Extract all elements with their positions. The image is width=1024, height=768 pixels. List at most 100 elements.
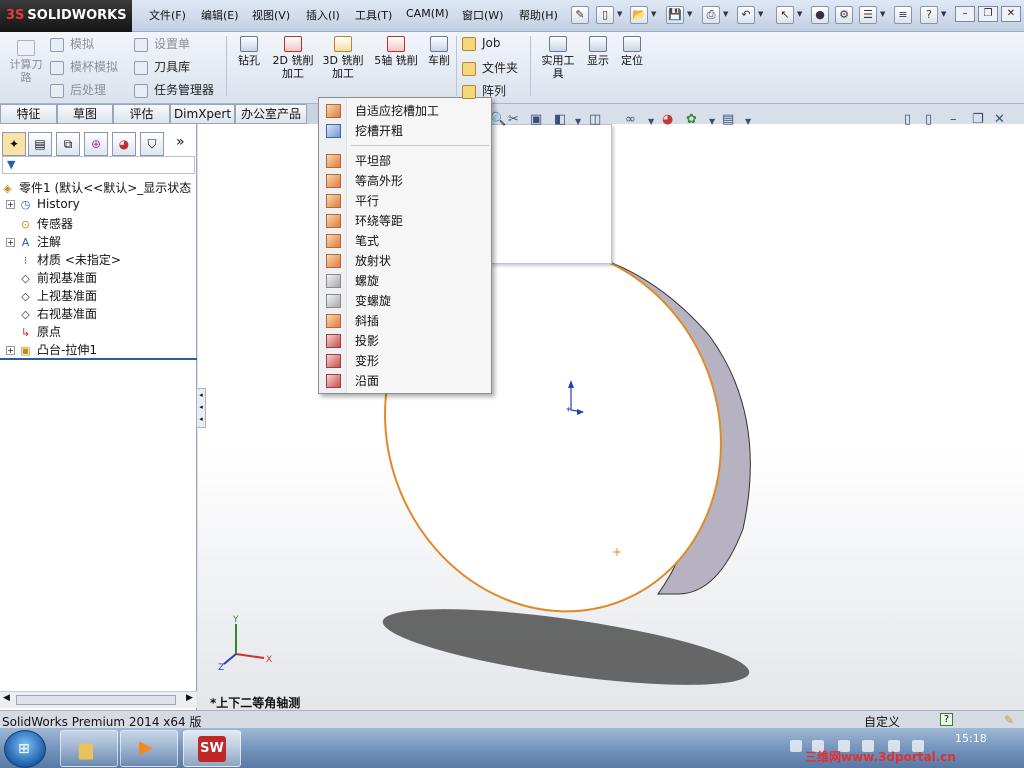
explorer-taskbar-button[interactable]: ▆ <box>60 730 118 767</box>
hide-show-icon[interactable]: ◫ <box>589 112 601 127</box>
dropdown-menu-item[interactable]: 平坦部 <box>319 151 491 171</box>
system-clock[interactable]: 15:18 <box>955 732 987 745</box>
expand-icon[interactable]: + <box>6 346 15 355</box>
properties-icon[interactable]: ☰ <box>859 6 877 24</box>
help-icon[interactable]: ? <box>920 6 938 24</box>
media-player-taskbar-button[interactable]: ▶ <box>120 730 178 767</box>
select-pointer-icon[interactable]: ↖ <box>776 6 794 24</box>
tab-4[interactable]: 办公室产品 <box>235 104 307 124</box>
close-doc-icon[interactable]: ✕ <box>994 112 1005 127</box>
tree-item[interactable]: + ▣ 凸台-拉伸1 <box>6 341 97 358</box>
ribbon-small-button[interactable]: 设置单 <box>134 35 190 52</box>
ribbon-small-button[interactable]: 模拟 <box>50 35 94 52</box>
menu-item[interactable]: CAM(M) <box>406 7 449 20</box>
chevron-down-icon[interactable]: ▼ <box>723 10 728 18</box>
chevron-down-icon[interactable]: ▼ <box>797 10 802 18</box>
dimxpert-tab-icon[interactable]: ⊕ <box>84 132 108 156</box>
dropdown-menu-item[interactable]: 变形 <box>319 351 491 371</box>
milling-command-button[interactable]: 5轴 铣削 <box>372 36 420 67</box>
pin-icon[interactable]: ✎ <box>571 6 589 24</box>
chevron-down-icon[interactable]: ▼ <box>648 117 654 126</box>
menu-item[interactable]: 帮助(H) <box>519 7 558 23</box>
menu-item[interactable]: 视图(V) <box>252 7 290 23</box>
chevron-down-icon[interactable]: ▼ <box>651 10 656 18</box>
tree-item[interactable]: ◇ 前视基准面 <box>6 269 97 286</box>
scene-icon[interactable]: ✿ <box>686 112 697 127</box>
dropdown-menu-item[interactable]: 环绕等距 <box>319 211 491 231</box>
dropdown-menu-item[interactable]: 斜插 <box>319 311 491 331</box>
tab-2[interactable]: 评估 <box>113 104 170 124</box>
dropdown-menu-item[interactable]: 笔式 <box>319 231 491 251</box>
utility-command-button[interactable]: 实用工具 <box>538 36 578 80</box>
chevron-down-icon[interactable]: ▼ <box>617 10 622 18</box>
dropdown-menu-item[interactable]: 沿面 <box>319 371 491 391</box>
dropdown-menu-item[interactable]: 等高外形 <box>319 171 491 191</box>
tree-item[interactable]: + A 注解 <box>6 233 61 250</box>
dropdown-menu-item[interactable]: 平行 <box>319 191 491 211</box>
dropdown-menu-item[interactable]: 螺旋 <box>319 271 491 291</box>
ribbon-small-button[interactable]: 模杯模拟 <box>50 58 118 75</box>
ribbon-small-button[interactable]: 刀具库 <box>134 58 190 75</box>
chevron-down-icon[interactable]: ▼ <box>941 10 946 18</box>
rollback-bar[interactable] <box>0 358 197 360</box>
ribbon-small-button[interactable]: 后处理 <box>50 81 106 98</box>
tree-filter-input[interactable]: ▼ <box>2 156 195 174</box>
milling-command-button[interactable]: 车削 <box>424 36 454 67</box>
view-settings-icon[interactable]: ▤ <box>722 112 734 127</box>
cam-tree-tab-icon[interactable]: ⛉ <box>140 132 164 156</box>
scroll-left-icon[interactable]: ◀ <box>3 693 10 703</box>
tree-item[interactable]: ⊙ 传感器 <box>6 215 73 232</box>
chevron-down-icon[interactable]: ▼ <box>575 117 581 126</box>
dropdown-menu-item[interactable]: 自适应挖槽加工 <box>319 101 491 121</box>
view-orientation-icon[interactable]: ▣ <box>530 112 542 127</box>
calculate-toolpath-button[interactable]: 计算刀 路 <box>4 40 48 84</box>
dropdown-menu-item[interactable]: 变螺旋 <box>319 291 491 311</box>
minimize-doc-icon[interactable]: – <box>950 112 957 127</box>
print-icon[interactable]: ⎙ <box>702 6 720 24</box>
chevron-down-icon[interactable]: ▼ <box>758 10 763 18</box>
tile-view-icon[interactable]: ▯ <box>925 112 932 127</box>
tree-item[interactable]: ⁝ 材质 <未指定> <box>6 251 121 268</box>
tree-item[interactable]: + ◷ History <box>6 197 80 212</box>
restore-doc-icon[interactable]: ❐ <box>972 112 984 127</box>
minimize-window-button[interactable]: – <box>955 6 975 22</box>
tree-item[interactable]: ↳ 原点 <box>6 323 61 340</box>
options-icon[interactable]: ⚙ <box>835 6 853 24</box>
scrollbar-thumb[interactable] <box>16 695 176 705</box>
edit-appearance-icon[interactable]: ∞ <box>625 112 636 127</box>
chevron-down-icon[interactable]: ▼ <box>880 10 885 18</box>
close-window-button[interactable]: ✕ <box>1001 6 1021 22</box>
section-view-icon[interactable]: ✂ <box>508 112 519 127</box>
property-manager-tab-icon[interactable]: ▤ <box>28 132 52 156</box>
menu-item[interactable]: 工具(T) <box>355 7 392 23</box>
save-icon[interactable]: 💾 <box>666 6 684 24</box>
expand-icon[interactable]: + <box>6 238 15 247</box>
utility-command-button[interactable]: 显示 <box>582 36 614 67</box>
menu-item[interactable]: 编辑(E) <box>201 7 239 23</box>
tab-1[interactable]: 草图 <box>57 104 113 124</box>
restore-window-button[interactable]: ❐ <box>978 6 998 22</box>
chevron-down-icon[interactable]: ▼ <box>745 117 751 126</box>
menu-item[interactable]: 插入(I) <box>306 7 340 23</box>
milling-command-button[interactable]: 3D 铣削 加工 <box>320 36 366 80</box>
ribbon-small-button[interactable]: 任务管理器 <box>134 81 214 98</box>
tree-horizontal-scrollbar[interactable]: ◀ ▶ <box>0 691 197 708</box>
split-view-icon[interactable]: ▯ <box>904 112 911 127</box>
dropdown-menu-item[interactable]: 投影 <box>319 331 491 351</box>
chevron-down-icon[interactable]: ▼ <box>687 10 692 18</box>
tree-item[interactable]: ◇ 上视基准面 <box>6 287 97 304</box>
expand-icon[interactable]: + <box>6 200 15 209</box>
customize-icon[interactable]: ≡ <box>894 6 912 24</box>
more-tabs-icon[interactable]: » <box>176 134 185 150</box>
solidworks-taskbar-button[interactable]: SW <box>183 730 241 767</box>
start-button[interactable]: ⊞ <box>4 730 46 768</box>
menu-item[interactable]: 窗口(W) <box>462 7 503 23</box>
job-tree-button[interactable]: 阵列 <box>462 82 506 99</box>
display-style-icon[interactable]: ◧ <box>554 112 566 127</box>
milling-command-button[interactable]: 2D 铣削 加工 <box>270 36 316 80</box>
menu-item[interactable]: 文件(F) <box>149 7 186 23</box>
tab-0[interactable]: 特征 <box>0 104 57 124</box>
traffic-light-icon[interactable]: ● <box>811 6 829 24</box>
tab-3[interactable]: DimXpert <box>170 104 235 124</box>
scroll-right-icon[interactable]: ▶ <box>186 693 193 703</box>
